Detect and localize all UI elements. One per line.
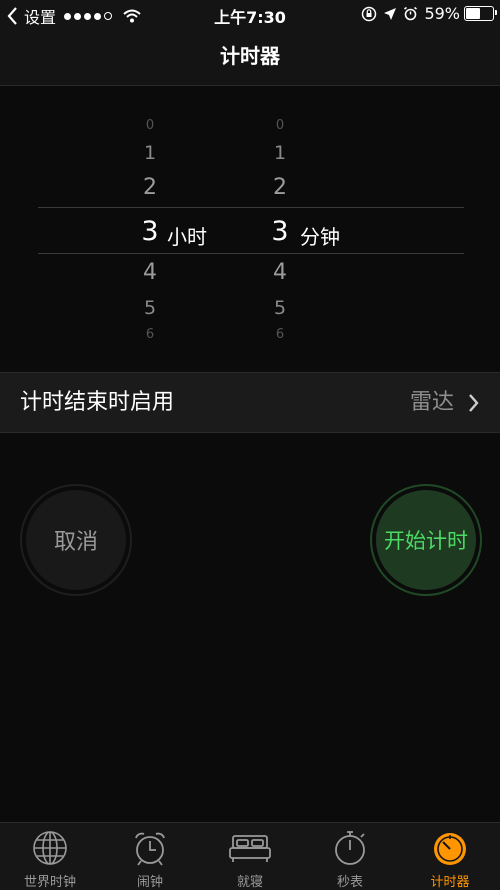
globe-icon	[33, 831, 67, 865]
tab-label: 闹钟	[136, 875, 163, 890]
hours-option[interactable]: 5	[130, 297, 170, 319]
minutes-selected[interactable]: 3	[260, 216, 300, 247]
selection-top-line	[38, 207, 464, 208]
status-right: 59%	[361, 4, 497, 23]
stopwatch-icon	[335, 831, 365, 865]
tab-bedtime[interactable]: 就寝	[200, 829, 300, 890]
navigation-bar: 计时器	[0, 28, 500, 86]
timer-picker[interactable]: 0 1 2 3 4 5 6 小时 0 1 2 3 4 5 6 分钟	[0, 86, 500, 372]
tab-stopwatch[interactable]: 秒表	[300, 829, 400, 890]
timer-icon	[434, 833, 466, 865]
hours-unit-label: 小时	[167, 225, 207, 249]
end-action-label: 计时结束时启用	[20, 390, 175, 415]
hours-selected[interactable]: 3	[130, 216, 170, 247]
minutes-option[interactable]: 2	[260, 175, 300, 200]
tab-timer[interactable]: 计时器	[400, 829, 500, 890]
selection-bottom-line	[38, 253, 464, 254]
tab-label: 就寝	[236, 875, 263, 890]
start-button[interactable]: 开始计时	[370, 484, 482, 596]
hours-option[interactable]: 1	[130, 142, 170, 164]
bed-icon	[229, 835, 271, 862]
tab-label: 世界时钟	[23, 875, 76, 890]
minutes-option[interactable]: 0	[260, 118, 300, 133]
tab-label: 秒表	[336, 875, 363, 890]
rotation-lock-icon	[362, 6, 377, 21]
hours-option[interactable]: 6	[130, 327, 170, 342]
status-bar: 设置 上午7:30 59%	[0, 0, 500, 28]
alarm-icon	[404, 6, 418, 21]
end-action-value: 雷达	[409, 390, 454, 415]
tab-world-clock[interactable]: 世界时钟	[0, 829, 100, 890]
minutes-option[interactable]: 6	[260, 327, 300, 342]
minutes-unit-label: 分钟	[300, 225, 340, 249]
start-button-label: 开始计时	[376, 490, 476, 590]
hours-option[interactable]: 0	[130, 118, 170, 133]
hours-option[interactable]: 2	[130, 175, 170, 200]
cancel-button-label: 取消	[26, 490, 126, 590]
minutes-option[interactable]: 4	[260, 260, 300, 285]
tab-bar: 世界时钟 闹钟 就寝 秒表 计时器	[0, 822, 500, 890]
minutes-option[interactable]: 1	[260, 142, 300, 164]
hours-option[interactable]: 4	[130, 260, 170, 285]
page-title: 计时器	[220, 44, 280, 68]
cancel-button[interactable]: 取消	[20, 484, 132, 596]
tab-label: 计时器	[430, 875, 470, 890]
tab-alarm[interactable]: 闹钟	[100, 829, 200, 890]
end-action-row[interactable]: 计时结束时启用 雷达	[0, 372, 500, 433]
battery-icon	[464, 6, 497, 21]
alarm-clock-icon	[135, 832, 165, 866]
minutes-option[interactable]: 5	[260, 297, 300, 319]
chevron-right-icon	[469, 394, 479, 412]
location-arrow-icon	[384, 7, 397, 20]
battery-percent: 59%	[424, 4, 460, 23]
